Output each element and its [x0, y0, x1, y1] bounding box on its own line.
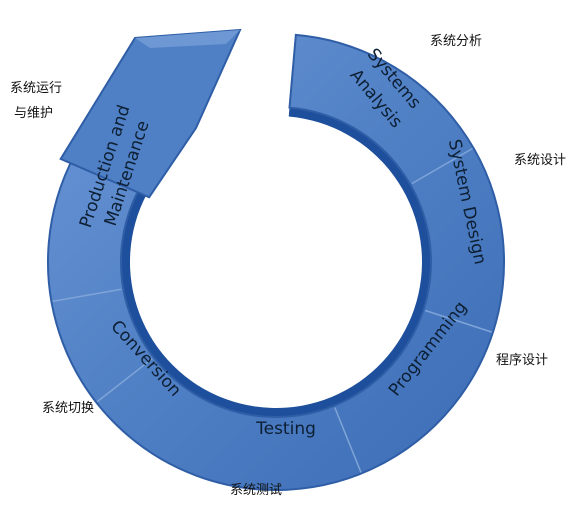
lifecycle-diagram: Systems Analysis System Design Programmi… — [0, 0, 582, 501]
stage-testing-label: Testing — [255, 419, 316, 439]
stage-maintenance-cn-2: 与维护 — [14, 106, 53, 121]
stage-programming-cn: 程序设计 — [496, 353, 548, 368]
stage-maintenance-cn-1: 系统运行 — [10, 81, 62, 96]
stage-analysis-cn: 系统分析 — [430, 34, 482, 49]
stage-conversion-cn: 系统切换 — [42, 401, 94, 416]
stage-testing-cn: 系统测试 — [230, 483, 282, 498]
lifecycle-ring: Systems Analysis System Design Programmi… — [10, 28, 566, 498]
stage-design-cn: 系统设计 — [514, 153, 566, 168]
